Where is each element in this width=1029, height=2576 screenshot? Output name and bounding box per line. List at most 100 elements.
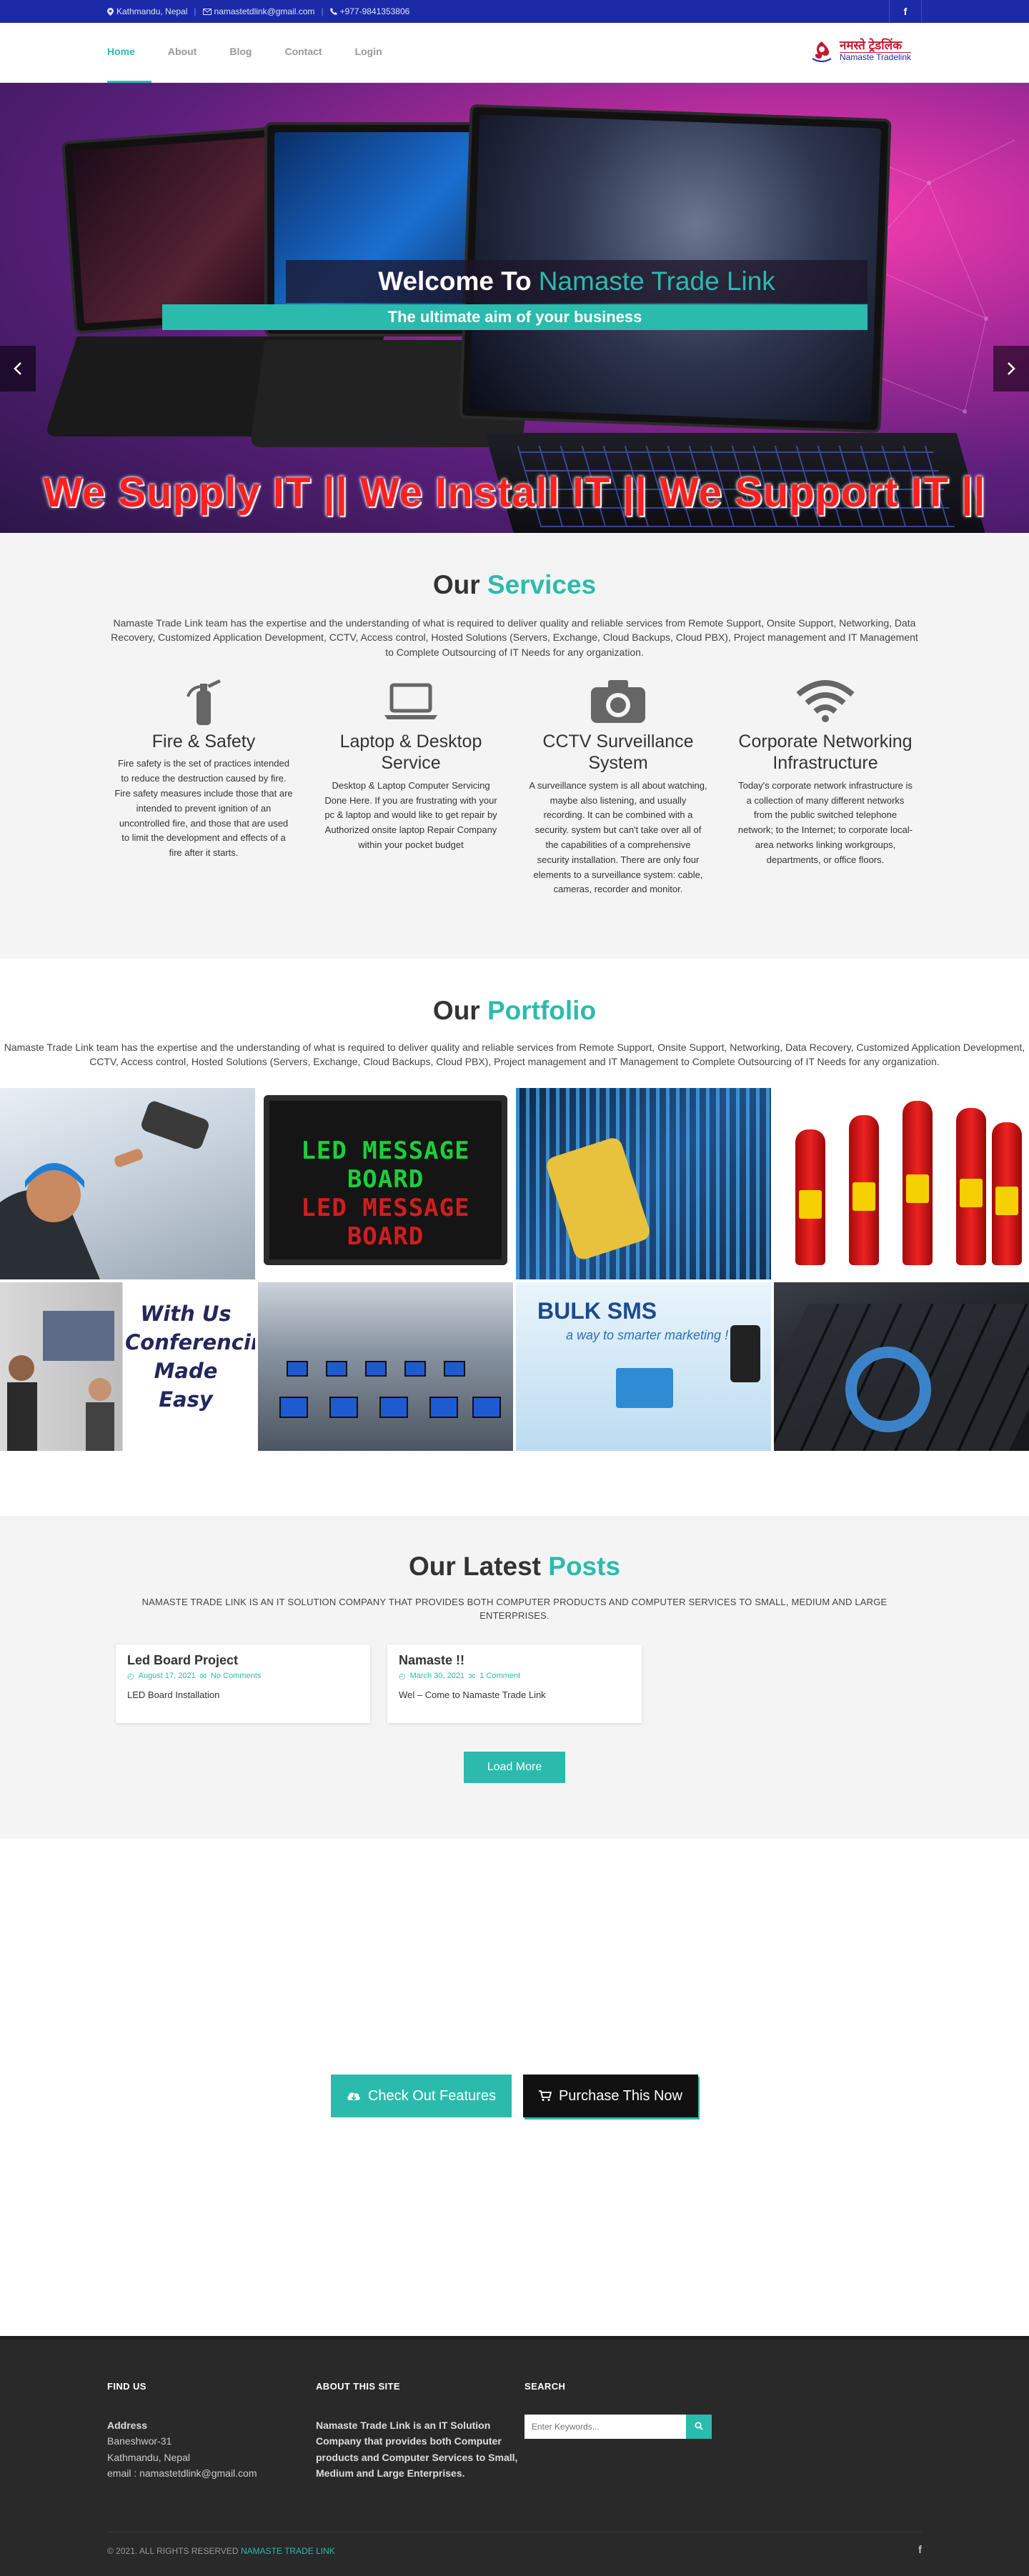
- post-title[interactable]: Namaste !!: [399, 1653, 630, 1668]
- posts-description: NAMASTE TRADE LINK IS AN IT SOLUTION COM…: [141, 1597, 888, 1621]
- posts-list: Led Board Project ◴ August 17, 2021 ✉ No…: [116, 1644, 1029, 1723]
- cloud-download-icon: [347, 2092, 360, 2101]
- hero-slogan: We Supply IT || We Install IT || We Supp…: [43, 469, 986, 516]
- search-icon: [695, 2422, 703, 2430]
- address-line-1: Baneshwor-31: [107, 2435, 172, 2447]
- phone-item[interactable]: +977-9841353806: [329, 6, 410, 16]
- portfolio-item-network-cabling[interactable]: [516, 1087, 771, 1279]
- map-marker-icon: [107, 7, 114, 16]
- slider-prev-button[interactable]: [0, 346, 36, 391]
- posts-title: Our Latest Posts: [0, 1552, 1029, 1582]
- post-comments[interactable]: No Comments: [211, 1672, 261, 1681]
- copyright-text: © 2021. ALL RIGHTS RESERVED: [107, 2546, 239, 2556]
- check-features-label: Check Out Features: [367, 2087, 496, 2104]
- email-item[interactable]: namastetdlink@gmail.com: [202, 6, 315, 16]
- services-list: Fire & Safety Fire safety is the set of …: [0, 674, 1029, 897]
- service-card-fire-safety: Fire & Safety Fire safety is the set of …: [100, 674, 307, 897]
- led-line-1: LED MESSAGE BOARD: [301, 1136, 470, 1194]
- purchase-button[interactable]: Purchase This Now: [522, 2075, 698, 2117]
- footer-email[interactable]: email : namastetdlink@gmail.com: [107, 2465, 316, 2481]
- post-date[interactable]: March 30, 2021: [410, 1672, 464, 1681]
- services-section: Our Services Namaste Trade Link team has…: [0, 533, 1029, 959]
- footer-facebook-icon[interactable]: f: [918, 2544, 922, 2556]
- post-title[interactable]: Led Board Project: [127, 1653, 359, 1668]
- check-features-button[interactable]: Check Out Features: [330, 2075, 512, 2117]
- hero-title-prefix: Welcome To: [378, 266, 532, 296]
- post-card[interactable]: Namaste !! ◴ March 30, 2021 ✉ 1 Comment …: [387, 1644, 642, 1723]
- search-input[interactable]: [525, 2415, 686, 2439]
- footer-search: SEARCH: [525, 2381, 733, 2482]
- comment-icon: ✉: [469, 1672, 476, 1681]
- portfolio-item-led-board[interactable]: LED MESSAGE BOARD LED MESSAGE BOARD: [258, 1087, 513, 1279]
- footer-bottom-bar: © 2021. ALL RIGHTS RESERVED NAMASTE TRAD…: [107, 2532, 922, 2556]
- portfolio-item-conferencing[interactable]: With Us Conferencing Made Easy: [0, 1282, 255, 1451]
- camera-icon: [591, 679, 645, 723]
- phone-text[interactable]: +977-9841353806: [340, 6, 410, 16]
- wifi-icon: [796, 679, 855, 722]
- main-navigation: Home About Blog Contact Login नमस्ते ट्र…: [0, 23, 1029, 83]
- stethoscope-graphic: [845, 1346, 931, 1432]
- chevron-left-icon: [14, 362, 21, 375]
- footer-about: ABOUT THIS SITE Namaste Trade Link is an…: [316, 2381, 525, 2482]
- post-meta: ◴ March 30, 2021 ✉ 1 Comment: [399, 1672, 630, 1681]
- hero-title: Welcome To Namaste Trade Link: [286, 260, 868, 303]
- service-text: A surveillance system is all about watch…: [529, 779, 707, 895]
- divider: |: [321, 6, 324, 16]
- services-description: Namaste Trade Link team has the expertis…: [111, 617, 918, 658]
- portfolio-item-computer-diagnostics[interactable]: [774, 1282, 1029, 1451]
- bulk-sms-title: BULK SMS: [537, 1297, 657, 1324]
- portfolio-item-bulk-sms[interactable]: BULK SMS a way to smarter marketing !: [516, 1282, 771, 1451]
- portfolio-grid-row-1: LED MESSAGE BOARD LED MESSAGE BOARD: [0, 1087, 1029, 1279]
- fire-extinguisher-icon: [187, 679, 221, 725]
- portfolio-grid-row-2: With Us Conferencing Made Easy BULK SMS …: [0, 1282, 1029, 1451]
- service-name: Laptop & Desktop Service: [339, 731, 482, 774]
- footer-find-us-title: FIND US: [107, 2381, 146, 2392]
- load-more-button[interactable]: Load More: [464, 1751, 565, 1783]
- portfolio-item-computer-lab[interactable]: [258, 1282, 513, 1451]
- nav-item-home[interactable]: Home: [107, 23, 151, 83]
- site-logo[interactable]: नमस्ते ट्रेडलिंक Namaste Tradelink: [808, 37, 911, 64]
- portfolio-section: Our Portfolio Namaste Trade Link team ha…: [0, 959, 1029, 1516]
- slider-next-button[interactable]: [993, 346, 1029, 391]
- portfolio-title-prefix: Our: [432, 996, 480, 1025]
- hero-slider: Welcome To Namaste Trade Link The ultima…: [0, 83, 1029, 533]
- facebook-icon[interactable]: f: [889, 0, 922, 23]
- cta-buttons: Check Out Features Purchase This Now: [0, 2075, 1029, 2117]
- post-excerpt: LED Board Installation: [127, 1689, 220, 1700]
- latest-posts-section: Our Latest Posts NAMASTE TRADE LINK IS A…: [0, 1516, 1029, 1839]
- footer-about-text: Namaste Trade Link is an IT Solution Com…: [316, 2417, 525, 2482]
- service-card-laptop-desktop: Laptop & Desktop Service Desktop & Lapto…: [307, 674, 514, 897]
- footer-address: Address Baneshwor-31 Kathmandu, Nepal em…: [107, 2417, 316, 2482]
- service-card-cctv: CCTV Surveillance System A surveillance …: [514, 674, 722, 897]
- conferencing-text: With Us Conferencing Made Easy: [125, 1301, 255, 1412]
- portfolio-title-accent: Portfolio: [487, 996, 597, 1025]
- post-comments[interactable]: 1 Comment: [479, 1672, 520, 1681]
- nav-item-contact[interactable]: Contact: [268, 23, 338, 83]
- footer-brand-link[interactable]: NAMASTE TRADE LINK: [241, 2546, 335, 2556]
- location-text: Kathmandu, Nepal: [116, 6, 188, 16]
- nav-item-blog[interactable]: Blog: [213, 23, 268, 83]
- nav-item-login[interactable]: Login: [339, 23, 399, 83]
- logo-mark-icon: [812, 41, 832, 62]
- envelope-graphic: [616, 1367, 673, 1408]
- phone-graphic: [730, 1324, 760, 1382]
- services-title-accent: Services: [487, 570, 597, 599]
- portfolio-title: Our Portfolio: [0, 996, 1029, 1026]
- search-form: [525, 2415, 733, 2439]
- meeting-graphic: [7, 1310, 114, 1451]
- post-date[interactable]: August 17, 2021: [139, 1672, 196, 1681]
- technician-graphic: [0, 1101, 209, 1279]
- portfolio-item-fire-extinguishers[interactable]: [774, 1087, 1029, 1279]
- envelope-icon: [202, 8, 212, 15]
- post-card[interactable]: Led Board Project ◴ August 17, 2021 ✉ No…: [116, 1644, 370, 1723]
- portfolio-item-cctv-install[interactable]: [0, 1087, 255, 1279]
- service-card-networking: Corporate Networking Infrastructure Toda…: [722, 674, 929, 897]
- email-text[interactable]: namastetdlink@gmail.com: [214, 6, 315, 16]
- hero-subtitle: The ultimate aim of your business: [162, 304, 868, 330]
- led-line-2: LED MESSAGE BOARD: [301, 1193, 470, 1251]
- clock-icon: ◴: [127, 1672, 134, 1681]
- nav-item-about[interactable]: About: [151, 23, 213, 83]
- call-to-action-section: Check Out Features Purchase This Now: [0, 1839, 1029, 2336]
- service-text: Desktop & Laptop Computer Servicing Done…: [324, 779, 497, 851]
- search-button[interactable]: [686, 2415, 712, 2439]
